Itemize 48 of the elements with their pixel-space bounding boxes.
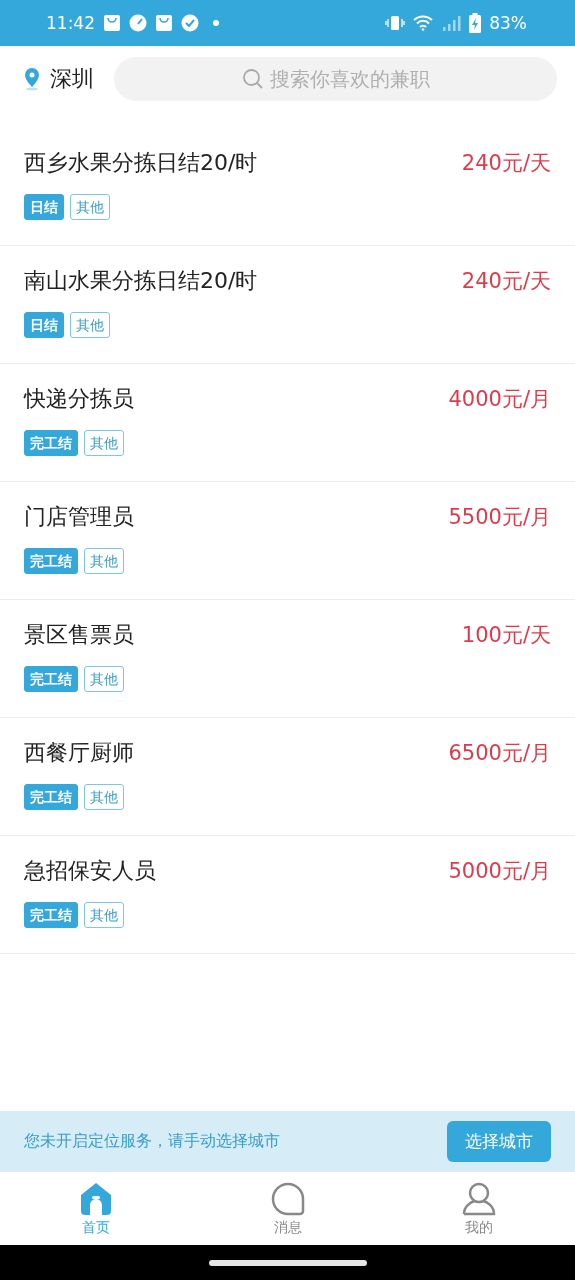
job-title[interactable]: 快递分拣员	[24, 384, 134, 414]
job-salary: 5000元/月	[448, 858, 551, 885]
location-message: 您未开启定位服务，请手动选择城市	[24, 1131, 280, 1152]
job-salary: 240元/天	[461, 150, 551, 177]
job-tag: 完工结	[24, 548, 78, 574]
job-salary: 4000元/月	[448, 386, 551, 413]
tab-bar-item[interactable]: 我的	[383, 1172, 575, 1245]
status-time: 11:42	[46, 13, 95, 33]
job-title[interactable]: 门店管理员	[24, 502, 134, 532]
job-tag: 其他	[84, 666, 124, 692]
job-tag: 其他	[84, 430, 124, 456]
location-pin-icon	[24, 67, 40, 91]
job-title[interactable]: 南山水果分拣日结20/时	[24, 266, 258, 296]
city-label[interactable]: 深圳	[50, 64, 94, 94]
job-tag: 完工结	[24, 784, 78, 810]
battery-charging-icon	[469, 13, 482, 33]
job-title[interactable]: 西餐厅厨师	[24, 738, 134, 768]
signal-icon	[441, 15, 462, 31]
shopping-bag-icon	[103, 14, 121, 32]
job-tag: 其他	[84, 548, 124, 574]
home-indicator[interactable]	[208, 1259, 367, 1266]
job-title[interactable]: 西乡水果分拣日结20/时	[24, 148, 258, 178]
gauge-icon	[129, 14, 147, 32]
job-tag: 完工结	[24, 430, 78, 456]
job-tag: 完工结	[24, 666, 78, 692]
person-icon	[461, 1180, 498, 1217]
job-salary: 100元/天	[461, 622, 551, 649]
speech-bubble-icon	[269, 1180, 306, 1217]
tab-bar-item[interactable]: 消息	[191, 1172, 384, 1245]
job-tag: 日结	[24, 194, 64, 220]
job-title[interactable]: 急招保安人员	[24, 856, 156, 886]
job-salary: 5500元/月	[448, 504, 551, 531]
job-tag: 其他	[84, 784, 124, 810]
job-salary: 6500元/月	[448, 740, 551, 767]
vibrate-icon	[385, 15, 406, 31]
job-salary: 240元/天	[461, 268, 551, 295]
job-tag: 日结	[24, 312, 64, 338]
job-tag: 其他	[84, 902, 124, 928]
shopping-bag-icon	[155, 14, 173, 32]
battery-percent: 83%	[489, 13, 527, 33]
dot-icon	[213, 20, 219, 26]
check-circle-icon	[181, 14, 199, 32]
search-icon	[241, 68, 264, 90]
wifi-icon	[413, 15, 434, 31]
job-tag: 其他	[70, 312, 110, 338]
job-tag: 其他	[70, 194, 110, 220]
job-tag: 完工结	[24, 902, 78, 928]
job-title[interactable]: 景区售票员	[24, 620, 134, 650]
